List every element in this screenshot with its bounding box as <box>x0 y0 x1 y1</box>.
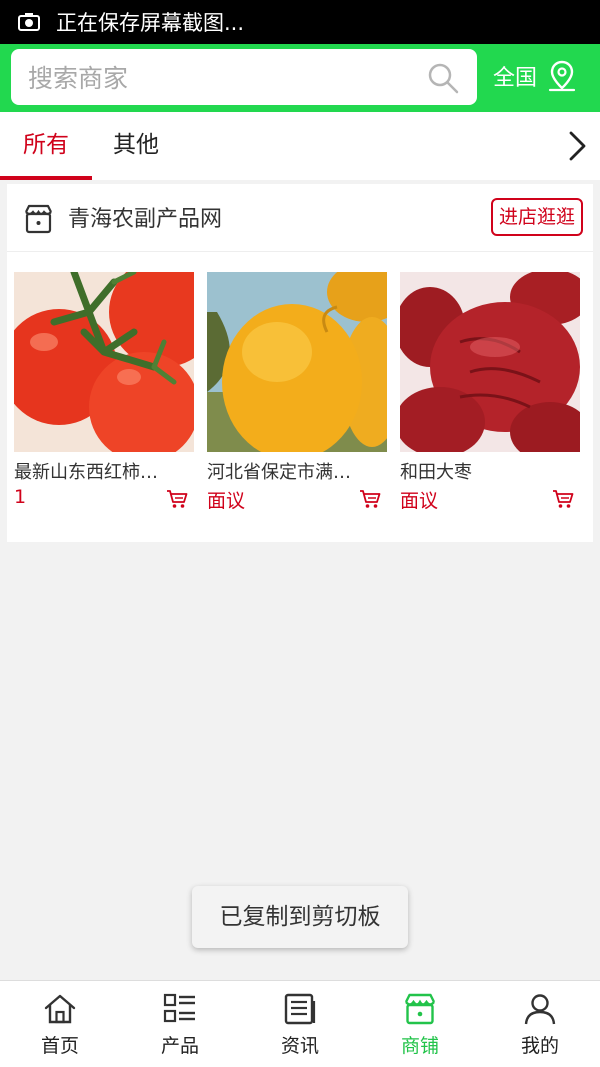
status-bar: 正在保存屏幕截图... <box>0 0 600 44</box>
tab-other[interactable]: 其他 <box>96 112 176 180</box>
product-item[interactable]: 和田大枣 面议 <box>400 272 580 513</box>
shop-card: 青海农副产品网 进店逛逛 最新山东西红柿… 1 河北省保定市满… 面议 和田大枣… <box>7 184 593 542</box>
product-name: 河北省保定市满… <box>207 462 351 483</box>
search-icon[interactable] <box>427 62 459 94</box>
product-name: 和田大枣 <box>400 462 472 483</box>
nav-products[interactable]: 产品 <box>120 981 240 1067</box>
screenshot-icon <box>18 13 40 31</box>
region-label: 全国 <box>493 66 538 91</box>
cart-icon[interactable] <box>359 489 381 509</box>
nav-label: 商铺 <box>400 1035 439 1057</box>
nav-profile[interactable]: 我的 <box>480 981 600 1067</box>
chevron-right-icon[interactable] <box>566 130 588 162</box>
cart-icon[interactable] <box>552 489 574 509</box>
nav-home[interactable]: 首页 <box>0 981 120 1067</box>
tab-label: 所有 <box>23 132 69 158</box>
visit-store-button[interactable]: 进店逛逛 <box>490 198 583 236</box>
nav-label: 产品 <box>160 1035 199 1057</box>
active-tab-indicator <box>0 176 92 180</box>
bottom-nav: 首页 产品 资讯 商铺 我的 <box>0 980 600 1067</box>
product-item[interactable]: 河北省保定市满… 面议 <box>207 272 387 513</box>
tab-label: 其他 <box>113 132 159 158</box>
search-input[interactable]: 搜索商家 <box>11 49 477 105</box>
copied-toast: 已复制到剪切板 <box>192 886 408 948</box>
location-icon <box>548 60 576 92</box>
search-placeholder: 搜索商家 <box>28 64 129 93</box>
product-item[interactable]: 最新山东西红柿… 1 <box>14 272 194 508</box>
nav-label: 我的 <box>520 1035 559 1057</box>
shop-header: 青海农副产品网 进店逛逛 <box>7 184 593 252</box>
nav-label: 资讯 <box>280 1035 319 1057</box>
product-image-jujube[interactable] <box>400 272 580 452</box>
store-icon <box>404 993 436 1025</box>
news-icon <box>284 993 316 1025</box>
region-selector[interactable]: 全国 <box>493 58 577 94</box>
tab-all[interactable]: 所有 <box>0 112 92 180</box>
product-image-tomato[interactable] <box>14 272 194 452</box>
list-icon <box>163 993 195 1023</box>
shop-name: 青海农副产品网 <box>68 207 223 232</box>
nav-label: 首页 <box>40 1035 79 1057</box>
search-header: 搜索商家 全国 <box>0 44 600 112</box>
product-name: 最新山东西红柿… <box>14 462 158 483</box>
category-tabs: 所有 其他 <box>0 112 600 180</box>
nav-stores[interactable]: 商铺 <box>360 981 480 1067</box>
user-icon <box>524 994 556 1025</box>
product-image-apricot[interactable] <box>207 272 387 452</box>
cart-icon[interactable] <box>166 489 188 509</box>
home-icon <box>44 994 76 1024</box>
status-text: 正在保存屏幕截图... <box>56 11 245 35</box>
store-icon <box>25 204 52 234</box>
nav-news[interactable]: 资讯 <box>240 981 360 1067</box>
